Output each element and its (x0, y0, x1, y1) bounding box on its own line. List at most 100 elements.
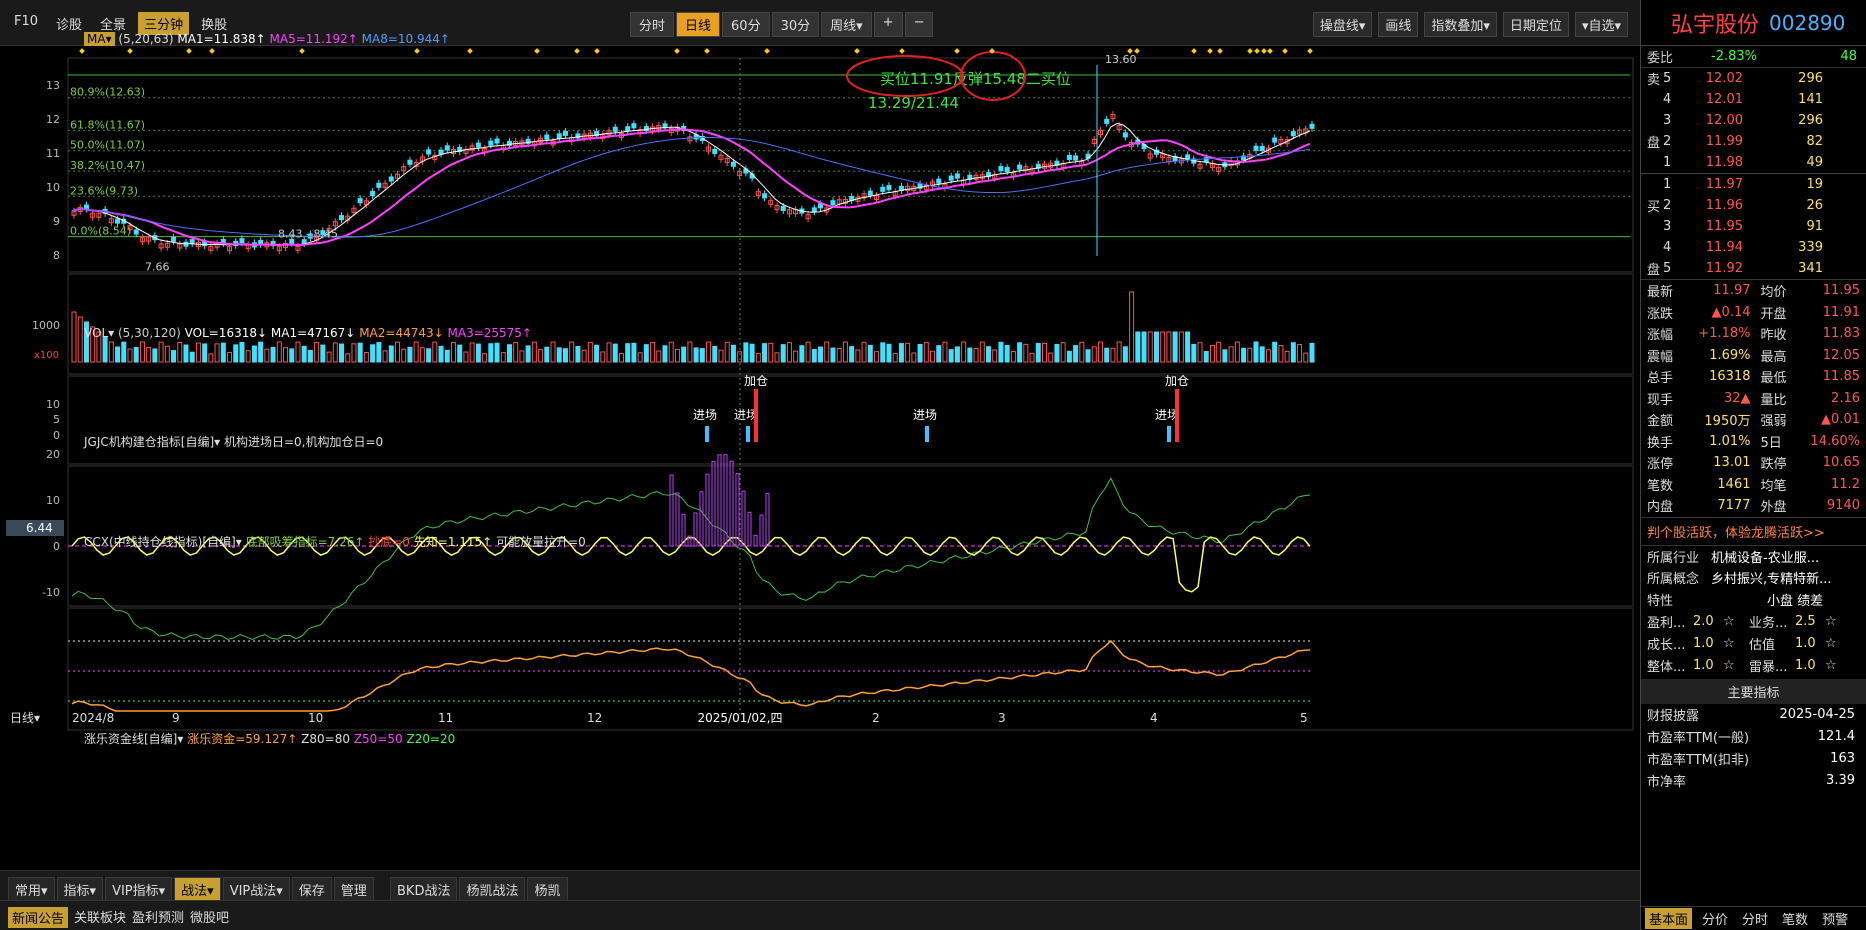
stat-label: 强弱 (1760, 414, 1787, 430)
signal-diamond (954, 48, 960, 54)
industry-value[interactable]: 机械设备-农业服... (1711, 547, 1819, 566)
bottom-strategy-2[interactable]: 杨凯 (527, 877, 568, 902)
quote-tab-3[interactable]: 笔数 (1778, 908, 1812, 929)
ma-selector[interactable]: MA▾ (84, 32, 115, 46)
star-icon[interactable]: ☆ (1825, 614, 1837, 629)
stat-value: ▲0.01 (1821, 412, 1860, 428)
toolbar-right-2[interactable]: 指数叠加▾ (1424, 12, 1497, 37)
volume-bar (886, 343, 892, 363)
star-icon[interactable]: ☆ (1723, 636, 1749, 651)
period-3[interactable]: 30分 (771, 12, 820, 37)
toolbar-right-0[interactable]: 操盘线▾ (1312, 12, 1373, 37)
bottom-tab-5[interactable]: 保存 (291, 877, 332, 902)
quote-tab-4[interactable]: 预警 (1818, 908, 1852, 929)
ccx-bar (753, 534, 758, 547)
period-0[interactable]: 分时 (630, 12, 675, 37)
volume-bar (438, 345, 444, 363)
volume-bar (1129, 291, 1135, 363)
candle (712, 148, 718, 154)
volume-bar (345, 353, 351, 363)
toolbar-right-4[interactable]: ▾自选▾ (1574, 12, 1628, 37)
toolbar-left-0[interactable]: F10 (8, 12, 44, 35)
quote-tab-1[interactable]: 分价 (1698, 908, 1732, 929)
period-5[interactable]: + (873, 12, 903, 37)
price-tick: 10 (46, 181, 60, 194)
news-tab-2[interactable]: 盈利预测 (132, 907, 184, 926)
volume-bar (1091, 346, 1097, 363)
toolbar-left-1[interactable]: 诊股 (50, 12, 88, 35)
news-tab-1[interactable]: 关联板块 (74, 907, 126, 926)
x-tick: 10 (308, 711, 323, 725)
star-icon[interactable]: ☆ (1723, 658, 1749, 673)
level-volume: 49 (1806, 155, 1823, 170)
jgjc-bar (1175, 389, 1179, 442)
concept-value[interactable]: 乡村振兴,专精特新... (1711, 568, 1832, 587)
star-icon[interactable]: ☆ (1825, 658, 1837, 673)
fib-label: 80.9%(12.63) (70, 86, 145, 99)
stat-row-4: 总手 16318 最低 11.85 (1641, 366, 1866, 388)
rating-value: 1.0 (1795, 636, 1816, 651)
rating-label: 整体... (1647, 660, 1686, 675)
bottom-strategy-0[interactable]: BKD战法 (390, 877, 458, 902)
ccx-bar (741, 490, 746, 547)
news-tab-0[interactable]: 新闻公告 (8, 907, 69, 928)
volume-bar (1284, 350, 1290, 363)
quote-tab-2[interactable]: 分时 (1738, 908, 1772, 929)
bottom-tab-4[interactable]: VIP战法▾ (222, 877, 290, 902)
volume-bar (407, 346, 413, 363)
volume-bar (1178, 331, 1184, 363)
period-1[interactable]: 日线 (676, 12, 721, 37)
x-tick: 4 (1150, 711, 1158, 725)
zl-b: Z80=80 (301, 732, 350, 746)
zl-a: 涨乐资金=59.127↑ (187, 732, 298, 746)
volume-bar (830, 347, 836, 363)
ccx-bar (675, 492, 680, 547)
bottom-tab-1[interactable]: 指标▾ (56, 877, 104, 902)
ccx-d: 可能放量拉升=0 (496, 535, 586, 549)
volume-bar (855, 349, 861, 363)
volume-bar (1116, 341, 1122, 363)
volume-bar (874, 351, 880, 363)
volume-bar (1141, 331, 1147, 363)
stat-value: 9140 (1826, 498, 1860, 514)
bottom-tab-6[interactable]: 管理 (333, 877, 374, 902)
volume-bar (388, 345, 394, 363)
ccx-selector[interactable]: CCX(中线持仓线指标)[自编]▾ (84, 535, 242, 549)
volume-bar (1290, 342, 1296, 363)
volume-bar (905, 342, 911, 363)
star-icon[interactable]: ☆ (1723, 614, 1749, 629)
stat-label: 涨停 (1647, 457, 1674, 473)
toolbar-right-3[interactable]: 日期定位 (1502, 12, 1569, 37)
bottom-strategy-1[interactable]: 杨凯战法 (459, 877, 526, 902)
chart-area[interactable]: 131211109880.9%(12.63)61.8%(11.67)50.0%(… (0, 46, 1640, 740)
vol-ma1: MA1=47167↓ (270, 326, 356, 340)
rating-label: 成长... (1647, 638, 1686, 653)
jgjc-selector[interactable]: JGJC机构建仓指标[自编]▾ (84, 435, 220, 449)
stat-label: 最高 (1760, 349, 1787, 365)
volume-bar (992, 349, 998, 363)
toolbar-right-1[interactable]: 画线 (1378, 12, 1419, 37)
promo-link[interactable]: 判个股活跃，体验龙腾活跃>> (1641, 516, 1866, 545)
ccx-tick: -10 (42, 586, 60, 599)
quote-tab-0[interactable]: 基本面 (1645, 908, 1693, 929)
section-main-indicators[interactable]: 主要指标 (1641, 678, 1866, 704)
period-2[interactable]: 60分 (722, 12, 770, 37)
level-price: 11.99 (1705, 134, 1743, 149)
vol-selector[interactable]: VOL▾ (84, 326, 114, 340)
news-tab-3[interactable]: 微股吧 (190, 907, 229, 926)
level-price: 11.97 (1705, 177, 1743, 192)
bottom-tab-0[interactable]: 常用▾ (8, 877, 55, 902)
volume-bar (693, 347, 699, 363)
candle (488, 140, 494, 146)
buy-level-3: 3 11.95 91 (1641, 216, 1866, 237)
bottom-tab-2[interactable]: VIP指标▾ (105, 877, 173, 902)
star-icon[interactable]: ☆ (1825, 636, 1837, 651)
price-tick: 13 (46, 79, 60, 92)
period-6[interactable]: − (904, 12, 934, 37)
bottom-tab-3[interactable]: 战法▾ (174, 877, 221, 902)
panel-frame-2 (67, 375, 1634, 465)
period-4[interactable]: 周线▾ (821, 12, 872, 37)
rating-value: 1.0 (1693, 636, 1714, 651)
candle (1253, 145, 1259, 151)
zl-selector[interactable]: 涨乐资金线[自编]▾ (84, 732, 183, 746)
